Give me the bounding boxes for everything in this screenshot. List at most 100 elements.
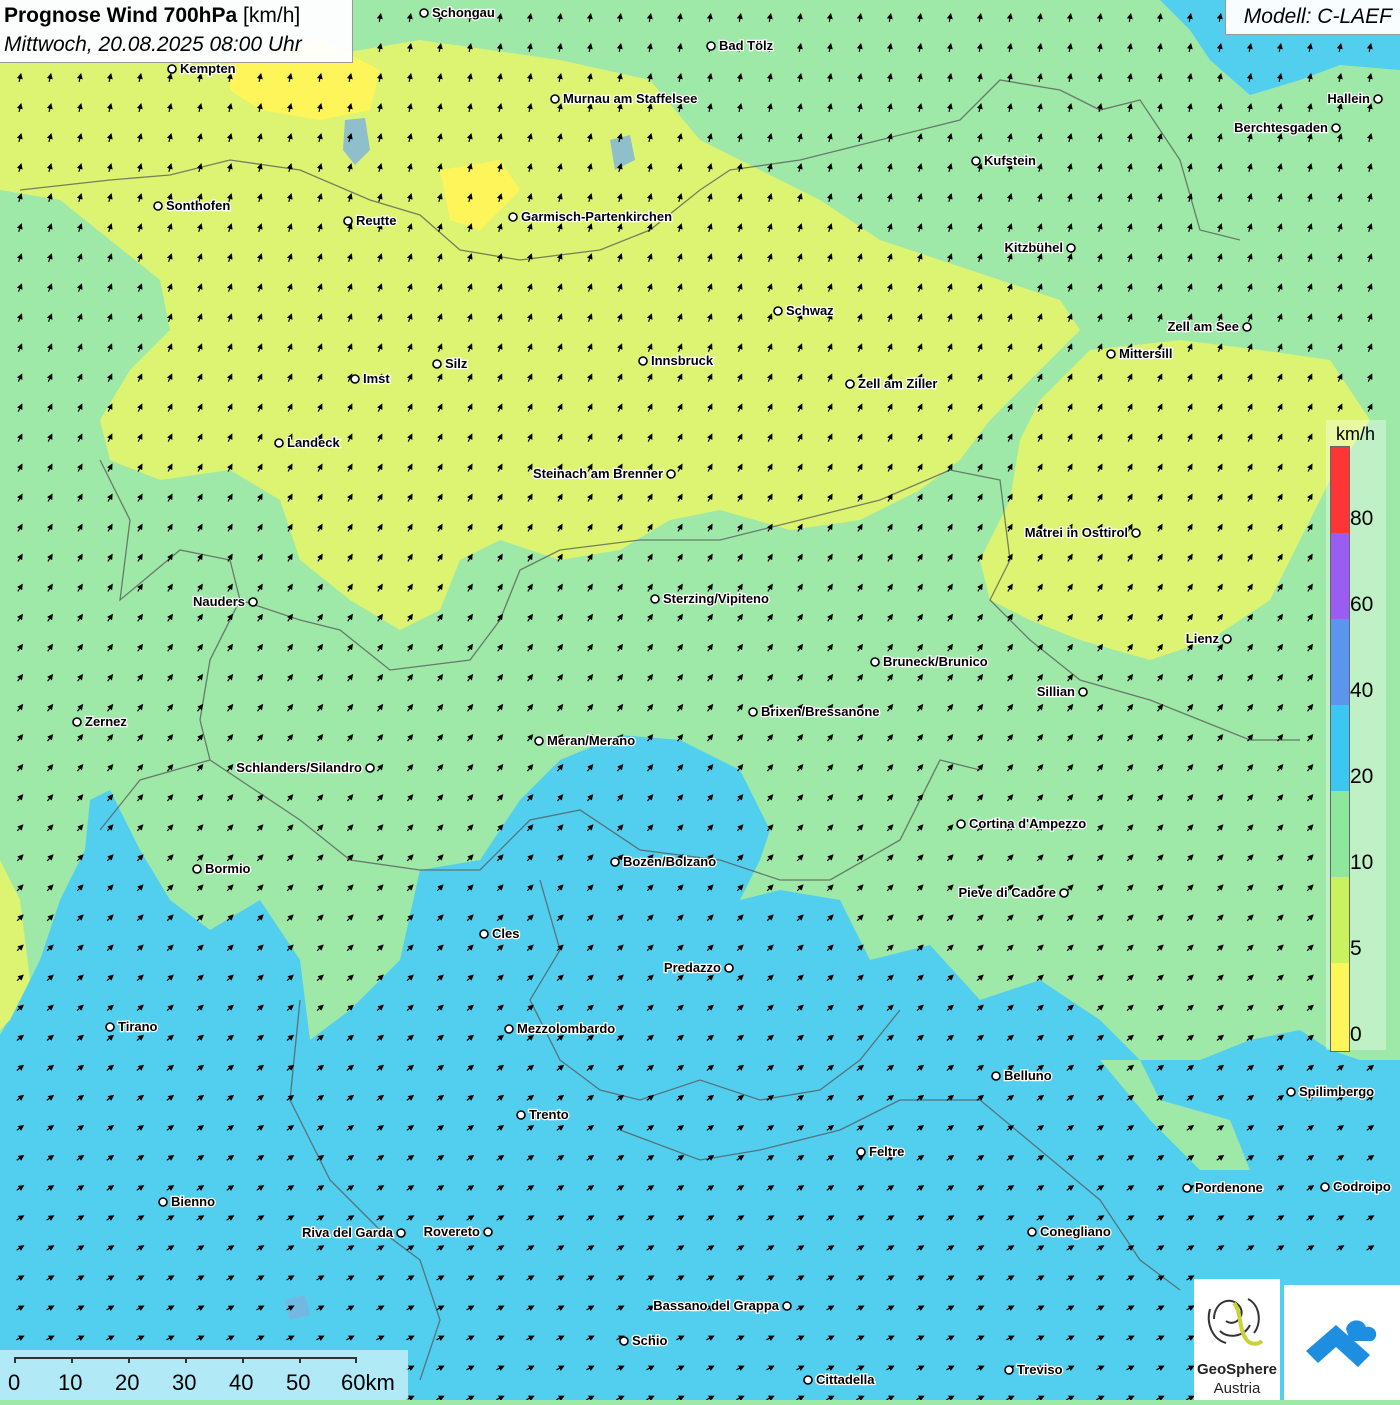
legend-label-60: 60: [1350, 593, 1374, 616]
legend-label-10: 10: [1350, 851, 1374, 874]
legend-colorbar: [1330, 446, 1350, 1052]
map-title-unit: [km/h]: [237, 4, 301, 27]
city-label: Kempten: [180, 61, 236, 76]
geosphere-name: GeoSphere: [1196, 1361, 1278, 1378]
city-label: Bozen/Bolzano: [623, 854, 716, 869]
legend-label-80: 80: [1350, 507, 1374, 530]
city-dot-icon: [432, 359, 442, 369]
city-dot-icon: [365, 763, 375, 773]
city-label: Sonthofen: [166, 198, 230, 213]
city-marker: Cortina d'Ampezzo: [956, 815, 1088, 832]
model-name: Modell: C-LAEF: [1243, 5, 1392, 28]
city-label: Nauders: [193, 594, 245, 609]
city-label: Berchtesgaden: [1234, 120, 1328, 135]
legend-swatch-40: [1331, 619, 1349, 705]
city-dot-icon: [650, 594, 660, 604]
city-marker: Garmisch-Partenkirchen: [508, 208, 673, 225]
wind-map: Schongau Bad Tölz Kempten Murnau am Staffel…: [0, 0, 1400, 1400]
scale-label: 30: [172, 1370, 197, 1395]
scale-label: 10: [58, 1370, 83, 1395]
city-dot-icon: [153, 201, 163, 211]
legend-swatch-60: [1331, 533, 1349, 619]
city-dot-icon: [504, 1024, 514, 1034]
legend-swatch-20: [1331, 705, 1349, 791]
city-marker: Berchtesgaden: [1233, 119, 1341, 136]
legend-swatch-80: [1331, 447, 1349, 533]
city-marker: Steinach am Brenner: [532, 465, 676, 482]
scale-label: 0: [8, 1370, 21, 1395]
city-dot-icon: [666, 469, 676, 479]
city-label: Feltre: [869, 1144, 904, 1159]
scale-label: 50: [286, 1370, 311, 1395]
city-dot-icon: [706, 41, 716, 51]
city-dot-icon: [1059, 888, 1069, 898]
city-dot-icon: [748, 707, 758, 717]
city-marker: Schlanders/Silandro: [235, 759, 375, 776]
city-dot-icon: [479, 929, 489, 939]
city-dot-icon: [1331, 123, 1341, 133]
weather-app-logo[interactable]: [1284, 1285, 1400, 1400]
city-label: Innsbruck: [651, 353, 714, 368]
city-marker: Murnau am Staffelsee: [550, 90, 699, 107]
city-label: Spilimbergo: [1299, 1084, 1374, 1099]
city-dot-icon: [483, 1227, 493, 1237]
legend-swatch-0: [1331, 963, 1349, 1051]
scale-label: 20: [115, 1370, 140, 1395]
city-dot-icon: [956, 819, 966, 829]
city-dot-icon: [1078, 687, 1088, 697]
city-marker: Schongau: [419, 4, 496, 21]
city-marker: Conegliano: [1027, 1223, 1112, 1240]
city-marker: Pieve di Cadore: [957, 884, 1069, 901]
city-label: Sterzing/Vipiteno: [663, 591, 769, 606]
scale-tick: [355, 1357, 357, 1363]
city-label: Schio: [632, 1333, 667, 1348]
city-label: Zell am See: [1167, 319, 1239, 334]
city-marker: Sterzing/Vipiteno: [650, 590, 770, 607]
city-label: Belluno: [1004, 1068, 1052, 1083]
geosphere-logo[interactable]: GeoSphere Austria: [1194, 1279, 1280, 1400]
legend-swatch-5: [1331, 877, 1349, 963]
city-dot-icon: [248, 597, 258, 607]
city-marker: Spilimbergo: [1286, 1083, 1375, 1100]
city-dot-icon: [72, 717, 82, 727]
city-label: Lienz: [1186, 631, 1220, 646]
scale-tick: [14, 1357, 16, 1363]
mountain-cloud-icon: [1306, 1320, 1377, 1367]
city-dot-icon: [773, 306, 783, 316]
city-label: Kufstein: [984, 153, 1036, 168]
city-label: Kitzbühel: [1005, 240, 1064, 255]
city-label: Meran/Merano: [547, 733, 635, 748]
city-label: Tirano: [118, 1019, 158, 1034]
city-label: Steinach am Brenner: [533, 466, 663, 481]
legend-label-20: 20: [1350, 765, 1374, 788]
city-dot-icon: [1320, 1182, 1330, 1192]
city-dot-icon: [167, 64, 177, 74]
city-label: Zell am Ziller: [858, 376, 937, 391]
scale-tick: [71, 1357, 73, 1363]
geosphere-emblem-icon: [1207, 1298, 1264, 1346]
city-dot-icon: [845, 379, 855, 389]
city-marker: Zell am Ziller: [845, 375, 939, 392]
map-title: Prognose Wind 700hPa [km/h]: [4, 4, 300, 28]
title-panel: Prognose Wind 700hPa [km/h] Mittwoch, 20…: [0, 0, 353, 63]
city-marker: Pordenone: [1182, 1179, 1264, 1196]
city-label: Schlanders/Silandro: [236, 760, 362, 775]
legend-label-40: 40: [1350, 679, 1374, 702]
city-dot-icon: [350, 374, 360, 384]
forecast-datetime: Mittwoch, 20.08.2025 08:00 Uhr: [4, 33, 302, 56]
city-dot-icon: [158, 1197, 168, 1207]
city-label: Sillian: [1037, 684, 1075, 699]
city-marker: Bozen/Bolzano: [610, 853, 717, 870]
city-dot-icon: [1373, 94, 1383, 104]
city-label: Treviso: [1017, 1362, 1063, 1377]
city-label: Conegliano: [1040, 1224, 1111, 1239]
geosphere-country: Austria: [1213, 1380, 1261, 1397]
city-label: Rovereto: [424, 1224, 480, 1239]
city-dot-icon: [1106, 349, 1116, 359]
city-dot-icon: [1182, 1183, 1192, 1193]
model-panel: Modell: C-LAEF: [1225, 0, 1400, 35]
scale-label: 60km: [341, 1370, 395, 1395]
legend-label-5: 5: [1350, 937, 1362, 960]
city-marker: Bassano del Grappa: [652, 1297, 792, 1314]
city-label: Silz: [445, 356, 468, 371]
